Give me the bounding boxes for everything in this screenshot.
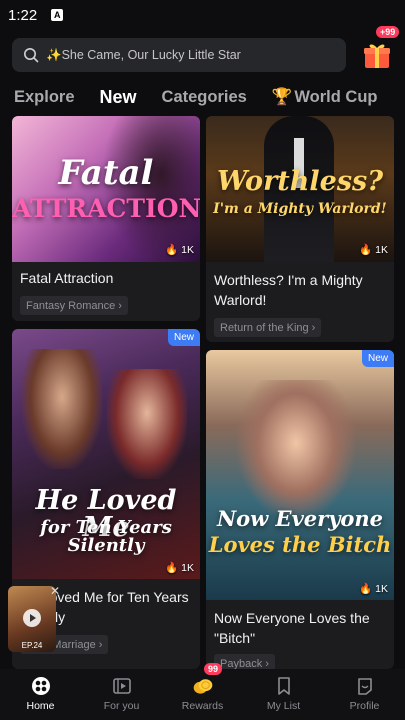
drama-feed[interactable]: Fatal ATTRACTION 🔥 1K Fatal Attraction Fa…: [0, 116, 405, 669]
cover-subtitle: Loves the Bitch: [208, 532, 392, 557]
flame-icon: 🔥: [359, 583, 373, 595]
drama-title: Worthless? I'm a Mighty Warlord!: [214, 272, 363, 308]
view-count-value: 1K: [181, 243, 194, 256]
episode-label: EP.24: [21, 641, 43, 650]
cover-image: New He Loved Me for Ten Years Silently 🔥…: [12, 329, 200, 579]
chevron-right-icon: ›: [118, 299, 122, 312]
new-badge: New: [167, 329, 200, 346]
view-count-value: 1K: [181, 561, 194, 574]
genre-tag[interactable]: Payback ›: [214, 654, 275, 669]
flame-icon: 🔥: [359, 244, 373, 256]
nav-for-you-label: For you: [103, 700, 140, 712]
drama-card-now-everyone[interactable]: New Now Everyone Loves the Bitch 🔥 1K Now…: [206, 350, 394, 669]
bottom-nav: Home For you 99 Rewards My List Profile: [0, 663, 405, 720]
tab-categories[interactable]: Categories: [162, 88, 247, 107]
cover-title: Now Everyone: [216, 506, 384, 531]
chevron-right-icon: ›: [265, 657, 269, 670]
nav-my-list[interactable]: My List: [243, 669, 324, 720]
view-count-value: 1K: [375, 582, 388, 595]
view-count: 🔥 1K: [359, 243, 388, 257]
nav-my-list-label: My List: [266, 700, 301, 712]
tab-world-cup-label: World Cup: [294, 87, 378, 106]
play-icon: [22, 608, 42, 633]
genre-tag[interactable]: Fantasy Romance ›: [20, 296, 128, 315]
trophy-icon: 🏆: [271, 87, 293, 106]
cover-subtitle: for Ten Years Silently: [40, 517, 172, 556]
flame-icon: 🔥: [165, 562, 179, 574]
search-placeholder: ✨She Came, Our Lucky Little Star: [46, 47, 241, 62]
view-count: 🔥 1K: [165, 561, 194, 575]
cover-image: Worthless? I'm a Mighty Warlord! 🔥 1K: [206, 116, 394, 262]
tab-explore[interactable]: Explore: [14, 88, 75, 107]
status-time: 1:22: [8, 6, 38, 24]
nav-for-you[interactable]: For you: [81, 669, 162, 720]
profile-icon: [354, 675, 376, 697]
new-badge: New: [361, 350, 394, 367]
cover-image: Fatal ATTRACTION 🔥 1K: [12, 116, 200, 262]
nav-profile-label: Profile: [349, 700, 380, 712]
rewards-badge: 99: [204, 663, 223, 675]
tab-new[interactable]: New: [100, 87, 137, 108]
chevron-right-icon: ›: [311, 321, 316, 334]
view-count: 🔥 1K: [359, 582, 388, 596]
category-tabs: Explore New Categories 🏆 World Cup: [0, 80, 405, 114]
home-icon: [30, 675, 52, 697]
bookmark-icon: [273, 675, 295, 697]
mini-player[interactable]: EP.24: [8, 586, 56, 652]
cover-title: Fatal: [58, 153, 154, 193]
genre-tag[interactable]: Return of the King ›: [214, 318, 322, 337]
gift-badge: +99: [376, 26, 400, 38]
tab-world-cup[interactable]: 🏆 World Cup: [272, 88, 378, 107]
flame-icon: 🔥: [165, 244, 179, 256]
drama-title: Now Everyone Loves the "Bitch": [214, 610, 370, 646]
genre-label: Payback: [220, 657, 263, 670]
genre-label: Fantasy Romance: [26, 299, 116, 312]
video-icon: [111, 675, 133, 697]
search-icon: [22, 46, 40, 64]
nav-rewards-label: Rewards: [181, 700, 224, 712]
cover-title: Worthless?: [216, 166, 384, 197]
nav-home-label: Home: [26, 700, 55, 712]
genre-label: Return of the King: [220, 321, 309, 334]
nav-profile[interactable]: Profile: [324, 669, 405, 720]
view-count: 🔥 1K: [165, 243, 194, 257]
nav-home[interactable]: Home: [0, 669, 81, 720]
drama-card-fatal-attraction[interactable]: Fatal ATTRACTION 🔥 1K Fatal Attraction Fa…: [12, 116, 200, 321]
gift-button[interactable]: +99: [360, 26, 400, 70]
coins-icon: [192, 675, 214, 697]
drama-card-worthless[interactable]: Worthless? I'm a Mighty Warlord! 🔥 1K Wor…: [206, 116, 394, 342]
chevron-right-icon: ›: [98, 638, 103, 651]
drama-title: Fatal Attraction: [20, 270, 114, 286]
cover-subtitle: ATTRACTION: [12, 194, 200, 223]
nav-rewards[interactable]: 99 Rewards: [162, 663, 243, 720]
view-count-value: 1K: [375, 243, 388, 256]
close-icon[interactable]: ✕: [50, 584, 60, 598]
cover-image: New Now Everyone Loves the Bitch 🔥 1K: [206, 350, 394, 600]
cover-subtitle: I'm a Mighty Warlord!: [213, 201, 387, 217]
search-bar[interactable]: ✨She Came, Our Lucky Little Star: [12, 38, 346, 72]
notification-icon: A: [51, 9, 64, 21]
status-bar: 1:22 A: [0, 0, 405, 30]
